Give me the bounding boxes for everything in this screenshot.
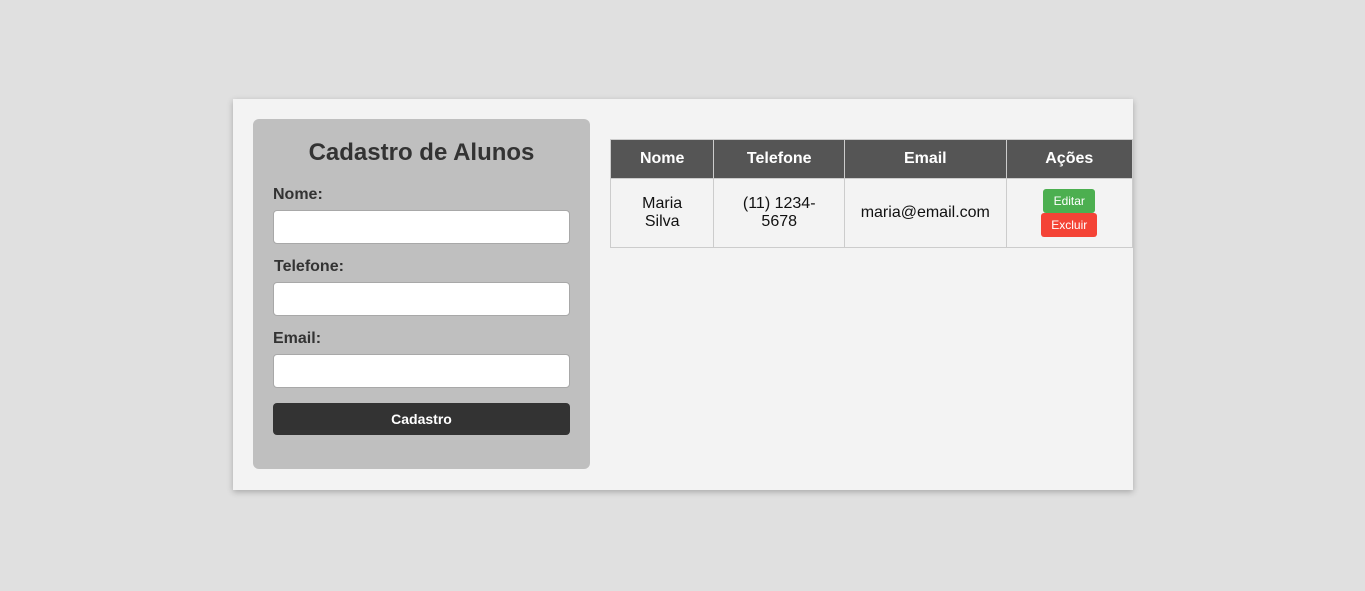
nome-label: Nome: — [273, 186, 323, 203]
header-acoes: Ações — [1005, 139, 1133, 179]
student-form: Cadastro de Alunos Nome: Telefone: Email… — [253, 119, 590, 469]
cell-email-text: maria@email.com — [860, 204, 990, 221]
header-nome: Nome — [609, 139, 715, 179]
cell-telefone: (11) 1234-5678 — [713, 178, 846, 248]
header-email: Email — [844, 139, 1007, 179]
table-header-row: Nome Telefone Email Ações — [609, 139, 1133, 179]
cadastro-button[interactable]: Cadastro — [273, 403, 570, 435]
email-label: Email: — [273, 330, 322, 347]
telefone-input[interactable] — [273, 282, 570, 316]
cell-acoes: Editar Excluir — [1005, 178, 1133, 248]
cell-nome: Maria Silva — [609, 178, 715, 248]
edit-button[interactable]: Editar — [1043, 189, 1096, 213]
students-table-wrapper: Nome Telefone Email Ações Maria Silva (1… — [609, 139, 1133, 248]
table-row: Maria Silva (11) 1234-5678 maria@email.c… — [609, 178, 1133, 248]
telefone-label: Telefone: — [274, 258, 344, 275]
cell-nome-text: Maria Silva — [642, 195, 683, 230]
header-telefone: Telefone — [713, 139, 846, 179]
main-container: Cadastro de Alunos Nome: Telefone: Email… — [233, 99, 1133, 490]
delete-button[interactable]: Excluir — [1041, 213, 1098, 237]
cell-email: maria@email.com — [844, 178, 1007, 248]
cell-telefone-text: (11) 1234-5678 — [742, 195, 816, 230]
nome-input[interactable] — [273, 210, 570, 244]
form-title: Cadastro de Alunos — [308, 139, 535, 166]
email-input[interactable] — [273, 354, 570, 388]
students-table: Nome Telefone Email Ações Maria Silva (1… — [609, 139, 1133, 248]
